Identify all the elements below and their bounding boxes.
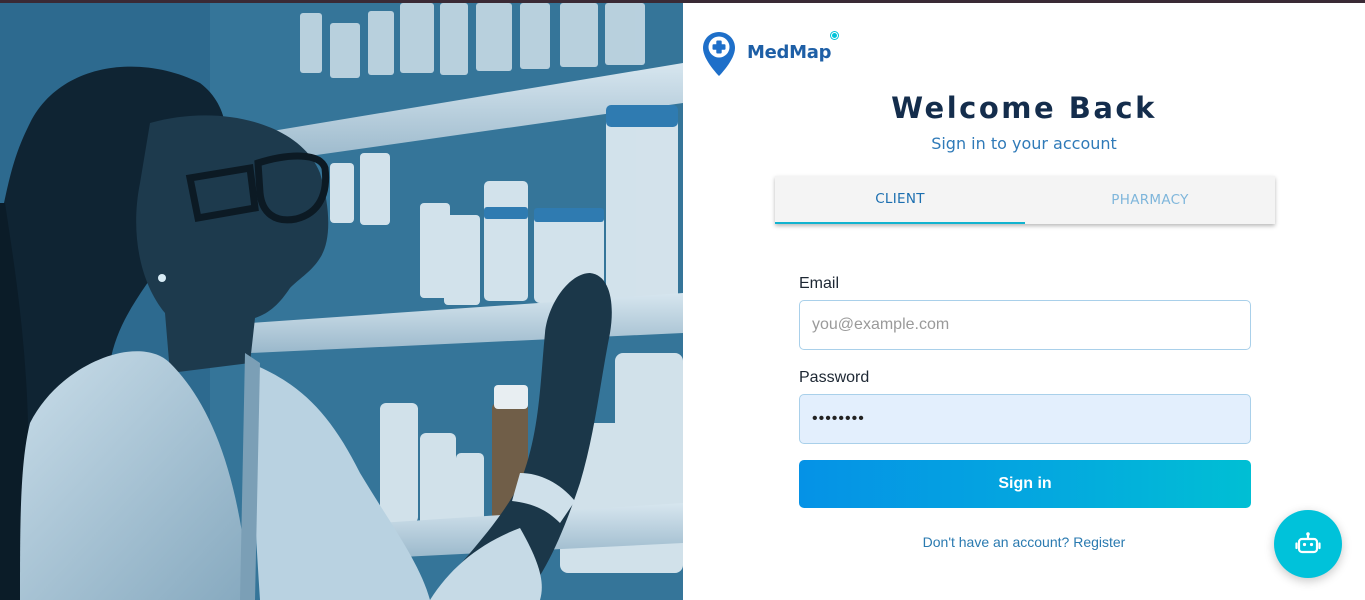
password-label: Password [799,369,870,386]
brand-name-text: MedMap [747,41,832,63]
register-link[interactable]: Register [1073,534,1125,550]
map-pin-plus-icon [703,32,735,76]
password-field[interactable] [799,394,1251,444]
brand-logo[interactable]: MedMap [702,31,839,77]
email-field[interactable] [799,300,1251,350]
chatbot-button[interactable] [1274,510,1342,578]
account-type-tabs: CLIENT PHARMACY [775,176,1275,224]
register-prompt-text: Don't have an account? [922,534,1070,550]
register-prompt: Don't have an account? Register [683,534,1365,550]
login-panel: MedMap Welcome Back Sign in to your acco… [683,3,1365,600]
hero-image [0,3,683,600]
tab-client[interactable]: CLIENT [775,176,1025,224]
sign-in-button[interactable]: Sign in [799,460,1251,508]
email-label: Email [799,275,840,292]
robot-icon [1295,532,1321,554]
page-title: Welcome Back [891,91,1157,125]
brand-dot-icon [831,31,839,39]
pharmacist-photo-illustration [0,3,683,600]
tab-pharmacy[interactable]: PHARMACY [1025,176,1275,224]
page-subtitle: Sign in to your account [931,134,1117,153]
brand-name: MedMap [747,31,839,63]
